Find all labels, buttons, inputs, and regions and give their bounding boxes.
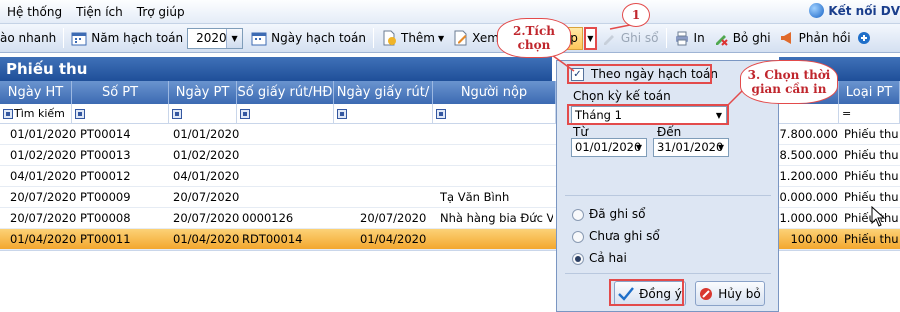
mouse-cursor-icon [871,206,885,227]
step-3-label: 3. Chọn thời gian cần in [747,68,831,96]
step-1-callout: 1 [622,3,650,27]
step-1-label: 1 [631,8,641,22]
step-2-label: 2.Tích chọn [512,24,556,52]
step-2-callout: 2.Tích chọn [497,18,571,58]
annotation-arrows [544,24,749,106]
step-3-callout: 3. Chọn thời gian cần in [740,60,838,104]
